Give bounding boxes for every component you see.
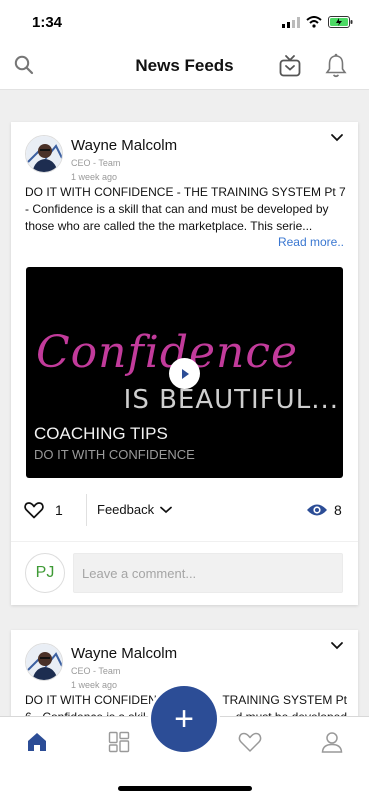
add-post-button[interactable]: + [151,686,217,752]
avatar[interactable] [25,135,63,173]
wifi-icon [306,16,322,28]
author-name[interactable]: Wayne Malcolm [71,137,177,154]
feedback-label: Feedback [97,502,155,517]
grid-icon[interactable] [108,731,130,753]
header: News Feeds [0,44,369,90]
avatar[interactable] [25,643,63,681]
divider [11,541,358,542]
feedback-dropdown[interactable]: Feedback [97,502,172,517]
divider [86,494,87,526]
home-icon[interactable] [26,731,48,753]
eye-icon [307,504,327,516]
comment-input[interactable] [73,553,343,593]
avatar-image [26,644,62,680]
commenter-avatar: PJ [25,553,65,593]
profile-icon[interactable] [321,731,343,753]
video-overlay-text: IS BEAUTIFUL... [123,385,339,415]
post-time: 1 week ago [71,172,118,182]
chevron-down-icon [160,506,172,513]
status-icons [282,16,353,28]
video-caption-title: COACHING TIPS [34,424,168,443]
chevron-down-icon[interactable] [330,133,344,143]
chevron-down-icon[interactable] [330,641,344,651]
author-name[interactable]: Wayne Malcolm [71,645,177,662]
heart-icon[interactable] [24,501,44,519]
read-more-link[interactable]: Read more.. [278,235,344,249]
status-time: 1:34 [32,14,63,31]
signal-icon [282,16,300,28]
post-text-fragment: TRAINING SYSTEM Pt [222,693,347,707]
play-button[interactable] [169,358,200,389]
status-bar: 1:34 [0,0,369,44]
page-title: News Feeds [135,56,234,75]
post-card: Wayne Malcolm CEO - Team 1 week ago DO I… [11,122,358,605]
tv-icon[interactable] [279,54,301,78]
post-time: 1 week ago [71,680,118,690]
post-text-fragment: DO IT WITH CONFIDEN [25,693,157,707]
video-title-script: Confidence [36,327,299,378]
author-role: CEO - Team [71,666,121,676]
like-count: 1 [55,502,63,518]
video-player[interactable]: Confidence IS BEAUTIFUL... COACHING TIPS… [26,267,343,478]
heart-icon[interactable] [238,731,262,753]
battery-icon [328,16,353,28]
post-text: DO IT WITH CONFIDENCE - THE TRAINING SYS… [25,185,346,233]
avatar-image [26,136,62,172]
play-icon [181,368,189,379]
home-indicator [118,786,252,791]
author-role: CEO - Team [71,158,121,168]
view-count: 8 [334,502,342,518]
video-caption-subtitle: DO IT WITH CONFIDENCE [34,447,195,462]
post-actions: 1 Feedback 8 [11,494,358,526]
bell-icon[interactable] [325,53,347,79]
